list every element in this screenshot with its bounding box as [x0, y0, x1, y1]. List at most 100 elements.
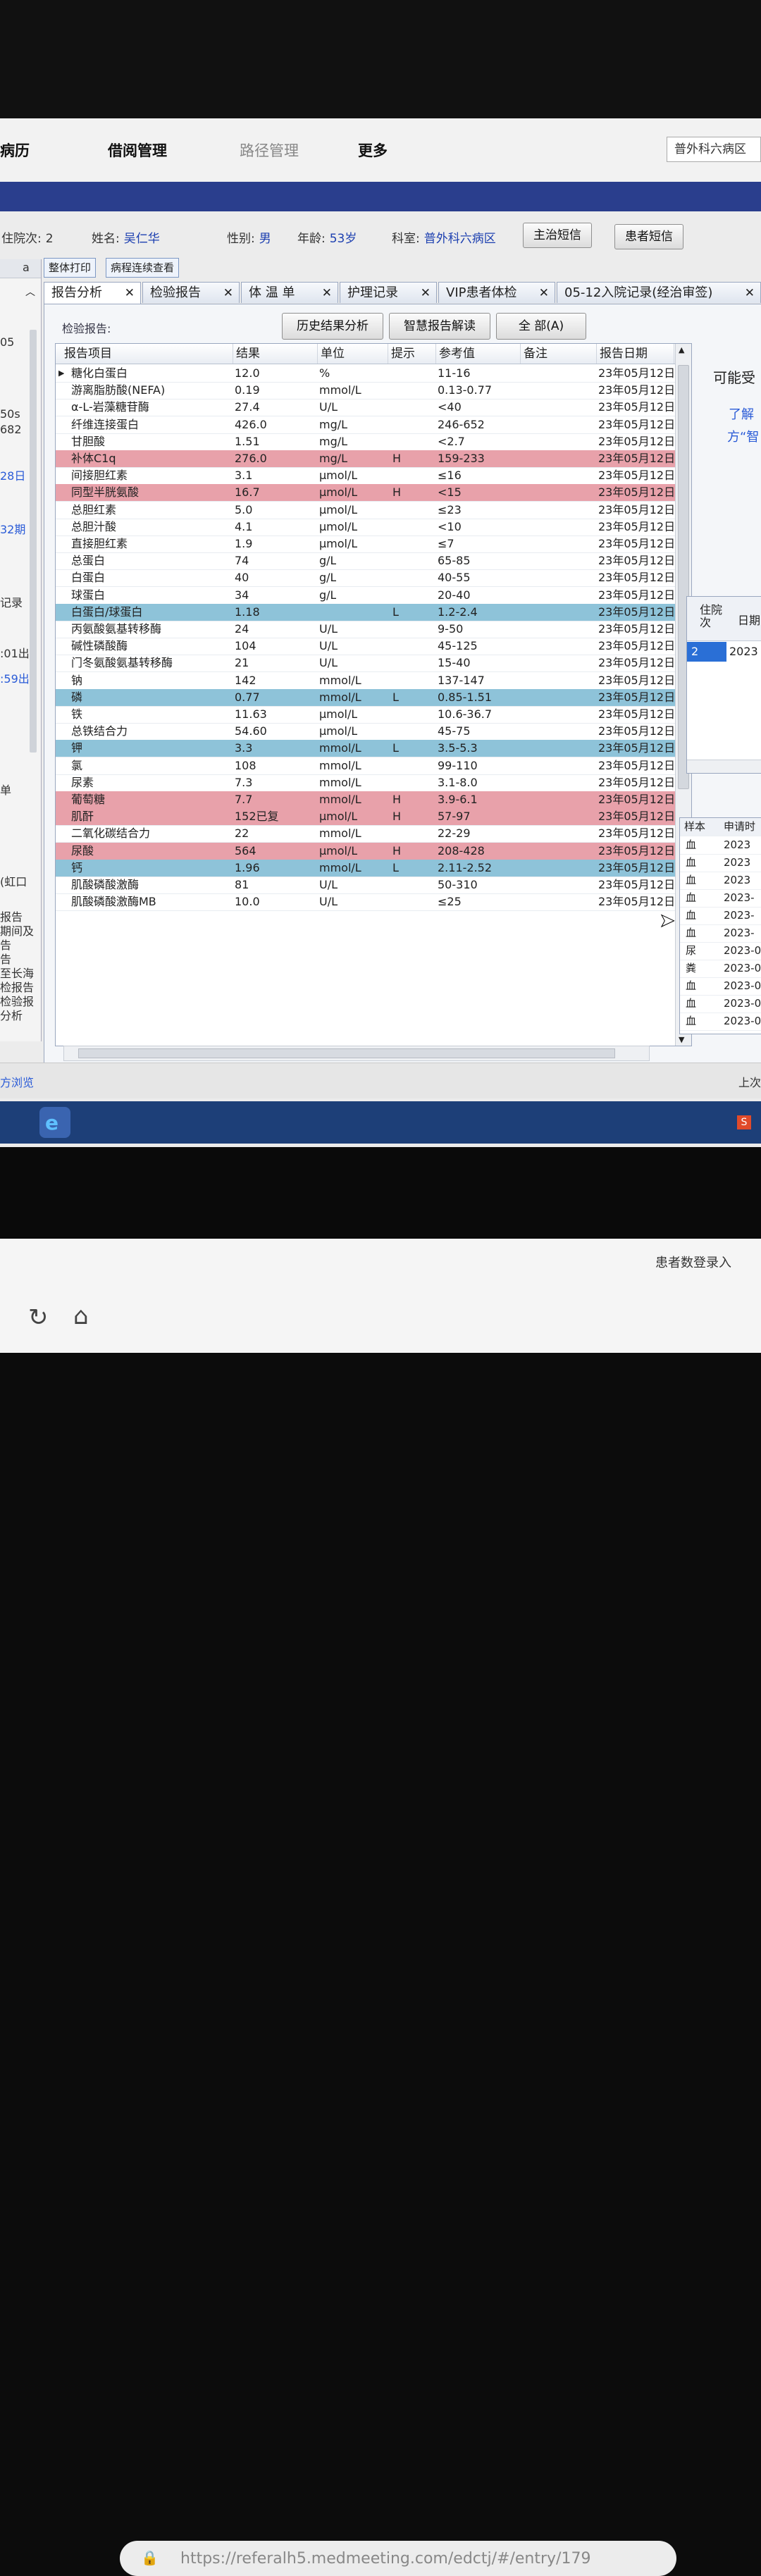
close-icon[interactable]: ✕: [539, 283, 549, 304]
left-scrollbar[interactable]: [30, 330, 37, 753]
print-all-button[interactable]: 整体打印: [44, 258, 97, 278]
dept-selector[interactable]: 普外科六病区: [667, 137, 761, 162]
table-row[interactable]: α-L-岩藻糖苷酶 27.4 U/L <40 23年05月12日: [56, 399, 676, 417]
ie-taskbar-button[interactable]: e: [39, 1107, 70, 1138]
close-icon[interactable]: ✕: [322, 283, 332, 304]
column-header[interactable]: 结果: [233, 344, 318, 364]
windows-taskbar: e S: [0, 1101, 761, 1144]
column-header[interactable]: 参考值: [436, 344, 521, 364]
sample-row[interactable]: 血 2023-: [680, 924, 761, 943]
table-row[interactable]: 纤维连接蛋白 426.0 mg/L 246-652 23年05月12日: [56, 416, 676, 434]
column-header[interactable]: 备注: [521, 344, 597, 364]
column-header[interactable]: 提示: [388, 344, 436, 364]
table-row[interactable]: 碱性磷酸酶 104 U/L 45-125 23年05月12日: [56, 638, 676, 656]
table-row[interactable]: 尿素 7.3 mmol/L 3.1-8.0 23年05月12日: [56, 774, 676, 792]
table-row[interactable]: 白蛋白 40 g/L 40-55 23年05月12日: [56, 569, 676, 588]
table-row[interactable]: 铁 11.63 μmol/L 10.6-36.7 23年05月12日: [56, 706, 676, 724]
close-icon[interactable]: ✕: [745, 283, 755, 304]
table-row[interactable]: 钠 142 mmol/L 137-147 23年05月12日: [56, 672, 676, 690]
right-link-2[interactable]: 方“智: [727, 427, 759, 445]
table-row[interactable]: 氯 108 mmol/L 99-110 23年05月12日: [56, 757, 676, 775]
sample-row[interactable]: 血 2023: [680, 872, 761, 890]
scroll-up-icon[interactable]: ▲: [679, 345, 684, 354]
close-icon[interactable]: ✕: [421, 283, 431, 304]
table-row[interactable]: 球蛋白 34 g/L 20-40 23年05月12日: [56, 587, 676, 605]
close-icon[interactable]: ✕: [125, 283, 135, 304]
refresh-icon[interactable]: ↻: [28, 1304, 49, 1332]
status-left-text[interactable]: 方浏览: [0, 1073, 34, 1090]
tab-report-analysis[interactable]: 报告分析 ✕: [44, 282, 141, 305]
table-row[interactable]: ▶ 糖化白蛋白 12.0% 11-16 23年05月12日: [56, 365, 676, 383]
notification-text[interactable]: 患者数登录入: [655, 1253, 731, 1271]
table-row[interactable]: 总胆红素 5.0 μmol/L ≤23 23年05月12日: [56, 502, 676, 519]
tab-vip-checkup[interactable]: VIP患者体检 ✕: [438, 282, 555, 303]
url-bar[interactable]: 🔒 https://referalh5.medmeeting.com/edctj…: [120, 2541, 676, 2576]
sample-row[interactable]: 尿 2023-0: [680, 942, 761, 960]
column-header[interactable]: 报告项目: [61, 344, 233, 364]
smart-interpret-button[interactable]: 智慧报告解读: [389, 313, 490, 340]
menu-item-borrow[interactable]: 借阅管理: [108, 140, 167, 161]
left-collapse-icon[interactable]: ︿: [25, 285, 35, 299]
table-row[interactable]: 二氧化碳结合力 22 mmol/L 22-29 23年05月12日: [56, 825, 676, 843]
table-row[interactable]: 游离脂肪酸(NEFA) 0.19 mmol/L 0.13-0.77 23年05月12日: [56, 382, 676, 400]
table-row[interactable]: 磷 0.77 mmol/L L 0.85-1.51 23年05月12日: [56, 688, 676, 707]
tab-temperature[interactable]: 体 温 单 ✕: [241, 282, 338, 303]
patient-sms-button[interactable]: 患者短信: [614, 224, 683, 249]
table-row[interactable]: 同型半胱氨酸 16.7 μmol/L H <15 23年05月12日: [56, 484, 676, 502]
close-icon[interactable]: ✕: [223, 283, 233, 304]
sample-row[interactable]: 血 2023-: [680, 907, 761, 925]
cell-item: 肌酐: [71, 810, 94, 824]
sample-row[interactable]: 血 2023-: [680, 889, 761, 908]
sample-row[interactable]: 血 2023-0: [680, 977, 761, 996]
table-row[interactable]: 甘胆酸 1.51 mg/L <2.7 23年05月12日: [56, 433, 676, 451]
right-hint-text: 可能受: [713, 369, 755, 386]
table-row[interactable]: 尿酸 564 μmol/L H 208-428 23年05月12日: [56, 842, 676, 860]
left-panel-tab[interactable]: a: [23, 261, 30, 274]
column-header[interactable]: 报告日期: [597, 344, 674, 364]
table-row[interactable]: 肌酸磷酸激酶MB 10.0 U/L ≤25 23年05月12日: [56, 893, 676, 912]
left-item[interactable]: 28日: [0, 466, 25, 483]
grid-h-scroll-thumb[interactable]: [78, 1048, 615, 1058]
table-row[interactable]: 白蛋白/球蛋白 1.18 L 1.2-2.4 23年05月12日: [56, 603, 676, 621]
tray-app-icon[interactable]: S: [737, 1115, 751, 1129]
tab-lab-report[interactable]: 检验报告 ✕: [142, 282, 240, 303]
doctor-sms-button[interactable]: 主治短信: [523, 223, 592, 248]
table-row[interactable]: 肌酐 152已复 μmol/L H 57-97 23年05月12日: [56, 808, 676, 826]
column-header[interactable]: 单位: [318, 344, 388, 364]
menu-item-more[interactable]: 更多: [358, 140, 388, 161]
table-row[interactable]: 总胆汁酸 4.1 μmol/L <10 23年05月12日: [56, 519, 676, 536]
scroll-down-icon[interactable]: ▼: [679, 1035, 684, 1044]
left-item[interactable]: 记录: [0, 593, 23, 610]
left-item[interactable]: 分析: [0, 1006, 23, 1023]
table-row[interactable]: 钾 3.3 mmol/L L 3.5-5.3 23年05月12日: [56, 740, 676, 758]
table-row[interactable]: 门冬氨酸氨基转移酶 21 U/L 15-40 23年05月12日: [56, 655, 676, 673]
table-row[interactable]: 肌酸磷酸激酶 81 U/L 50-310 23年05月12日: [56, 877, 676, 894]
table-row[interactable]: 丙氨酸氨基转移酶 24 U/L 9-50 23年05月12日: [56, 621, 676, 638]
sample-row[interactable]: 血 2023-0: [680, 1013, 761, 1031]
menu-item-pathway[interactable]: 路径管理: [240, 140, 299, 161]
sample-row[interactable]: 血 2023-0: [680, 995, 761, 1013]
table-row[interactable]: 葡萄糖 7.7 mmol/L H 3.9-6.1 23年05月12日: [56, 791, 676, 809]
home-icon[interactable]: ⌂: [73, 1302, 89, 1330]
sample-row[interactable]: 粪 2023-0: [680, 960, 761, 978]
menu-item-records[interactable]: 病历: [0, 140, 30, 161]
visit-row-selected[interactable]: 2 2023: [687, 642, 761, 662]
cell-unit: mmol/L: [319, 826, 361, 841]
left-item[interactable]: 32期: [0, 520, 25, 537]
tab-nursing[interactable]: 护理记录 ✕: [340, 282, 437, 303]
sample-row[interactable]: 血 2023: [680, 854, 761, 872]
mini-h-scrollbar[interactable]: [687, 760, 761, 773]
table-row[interactable]: 总蛋白 74 g/L 65-85 23年05月12日: [56, 552, 676, 571]
table-row[interactable]: 间接胆红素 3.1 μmol/L ≤16 23年05月12日: [56, 467, 676, 485]
table-row[interactable]: 补体C1q 276.0 mg/L H 159-233 23年05月12日: [56, 450, 676, 468]
sample-row[interactable]: 血 2023: [680, 836, 761, 855]
table-row[interactable]: 总铁结合力 54.60 μmol/L 45-75 23年05月12日: [56, 723, 676, 741]
history-analysis-button[interactable]: 历史结果分析: [282, 313, 383, 340]
right-link-1[interactable]: 了解: [729, 404, 754, 423]
grid-horizontal-scrollbar[interactable]: [63, 1046, 650, 1061]
tab-admission-record[interactable]: 05-12入院记录(经治审签) ✕: [557, 282, 761, 303]
table-row[interactable]: 直接胆红素 1.9 μmol/L ≤7 23年05月12日: [56, 535, 676, 553]
continuous-view-button[interactable]: 病程连续查看: [106, 258, 180, 278]
table-row[interactable]: 钙 1.96 mmol/L L 2.11-2.52 23年05月12日: [56, 859, 676, 877]
show-all-button[interactable]: 全 部(A): [496, 313, 586, 340]
